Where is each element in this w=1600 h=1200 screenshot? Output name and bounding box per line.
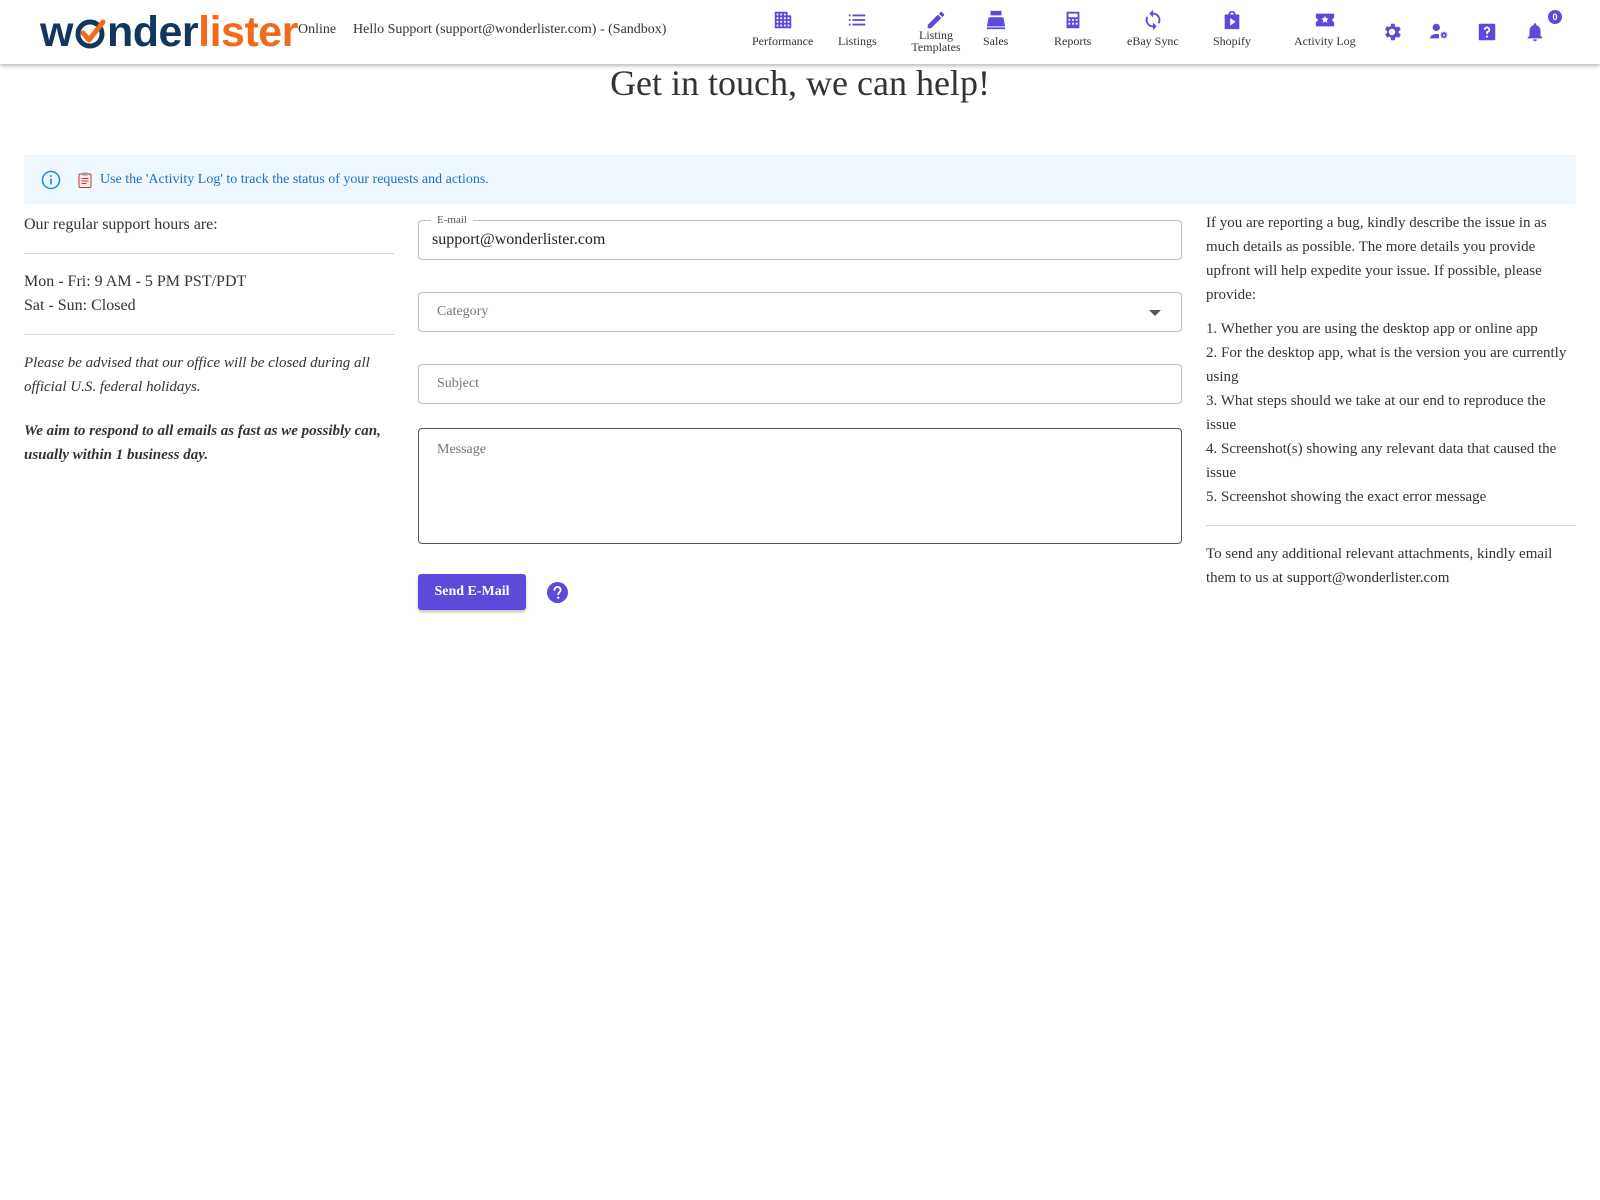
message-placeholder: Message	[437, 442, 486, 457]
attachments-note: To send any additional relevant attachme…	[1206, 546, 1553, 586]
list-icon	[849, 14, 866, 26]
logo-text-lister: lister	[198, 8, 298, 56]
question-circle-icon[interactable]	[547, 582, 568, 603]
account-settings-button[interactable]	[1428, 21, 1450, 43]
support-hours-weekdays: Mon - Fri: 9 AM - 5 PM PST/PDT	[24, 273, 247, 290]
user-settings-icon	[1429, 23, 1448, 39]
wonderlister-logo[interactable]: w nder lister	[40, 9, 298, 55]
sync-icon	[1145, 9, 1161, 31]
help-square-icon	[1478, 23, 1496, 41]
nav-label: eBay Sync	[1127, 34, 1179, 48]
gear-icon	[1385, 23, 1401, 41]
notifications-button[interactable]	[1524, 21, 1546, 43]
list-item: 4. Screenshot(s) showing any relevant da…	[1206, 441, 1557, 481]
email-field-label: E-mail	[431, 213, 473, 227]
user-greeting: Hello Support (support@wonderlister.com)…	[353, 22, 667, 37]
bug-report-guidance: If you are reporting a bug, kindly descr…	[1206, 211, 1576, 590]
info-banner-text: Use the 'Activity Log' to track the stat…	[100, 171, 489, 187]
calculator-icon	[1066, 11, 1080, 29]
divider	[24, 253, 394, 254]
notification-count-badge: 0	[1548, 10, 1562, 24]
email-field[interactable]: E-mail support@wonderlister.com	[418, 213, 1182, 260]
register-icon	[986, 10, 1005, 30]
clipboard-icon	[78, 172, 92, 188]
star-ticket-icon	[1315, 13, 1334, 27]
settings-button[interactable]	[1381, 21, 1403, 43]
connection-status: Online	[298, 22, 337, 37]
dropdown-caret-icon	[1149, 310, 1161, 316]
holiday-note: Please be advised that our office will b…	[24, 355, 370, 395]
shopify-bag-icon	[1224, 10, 1240, 30]
category-select[interactable]: Category	[418, 292, 1182, 332]
logo-text-w: w	[40, 8, 73, 56]
list-item: 1. Whether you are using the desktop app…	[1206, 321, 1538, 337]
message-textarea[interactable]: Message	[418, 428, 1182, 544]
nav-sales[interactable]: Sales	[983, 9, 1008, 59]
nav-label: Shopify	[1213, 34, 1252, 48]
logo-check-icon	[75, 19, 106, 49]
email-field-value: support@wonderlister.com	[432, 231, 606, 248]
subject-input[interactable]: Subject	[418, 364, 1182, 404]
logo-text-nder: nder	[106, 8, 199, 56]
nav-label: Sales	[983, 34, 1009, 48]
response-time-note: We aim to respond to all emails as fast …	[24, 423, 381, 463]
nav-performance[interactable]: Performance	[752, 9, 813, 59]
building-icon	[774, 11, 791, 29]
nav-label: Listings	[838, 34, 877, 48]
nav-label: Performance	[752, 34, 814, 48]
nav-shopify[interactable]: Shopify	[1213, 9, 1251, 59]
support-hours-heading: Our regular support hours are:	[24, 216, 218, 233]
list-item: 3. What steps should we take at our end …	[1206, 393, 1546, 433]
category-placeholder: Category	[437, 304, 489, 319]
nav-listing-templates[interactable]: Listing Templates	[906, 9, 966, 59]
nav-label: Reports	[1054, 34, 1092, 48]
page-title: Get in touch, we can help!	[610, 63, 990, 103]
support-hours-panel: Our regular support hours are: Mon - Fri…	[24, 213, 394, 467]
nav-listings[interactable]: Listings	[838, 9, 877, 59]
top-bar: w nder lister Online Hello Support (supp…	[0, 0, 1600, 64]
support-hours-weekend: Sat - Sun: Closed	[24, 297, 136, 314]
divider	[1206, 525, 1576, 526]
divider	[24, 334, 394, 335]
info-icon	[41, 170, 61, 189]
bell-icon	[1527, 23, 1543, 42]
bug-report-intro: If you are reporting a bug, kindly descr…	[1206, 215, 1547, 303]
send-email-button[interactable]: Send E-Mail	[418, 574, 526, 610]
nav-ebay-sync[interactable]: eBay Sync	[1127, 9, 1179, 59]
bug-report-checklist: 1. Whether you are using the desktop app…	[1206, 317, 1576, 509]
info-banner: Use the 'Activity Log' to track the stat…	[24, 155, 1576, 204]
list-item: 5. Screenshot showing the exact error me…	[1206, 489, 1487, 505]
nav-reports[interactable]: Reports	[1054, 9, 1091, 59]
nav-label: Listing Templates	[911, 28, 961, 54]
nav-activity-log[interactable]: Activity Log	[1294, 9, 1356, 59]
subject-placeholder: Subject	[437, 376, 479, 391]
list-item: 2. For the desktop app, what is the vers…	[1206, 345, 1567, 385]
nav-label: Activity Log	[1294, 34, 1356, 48]
help-button[interactable]	[1476, 21, 1498, 43]
